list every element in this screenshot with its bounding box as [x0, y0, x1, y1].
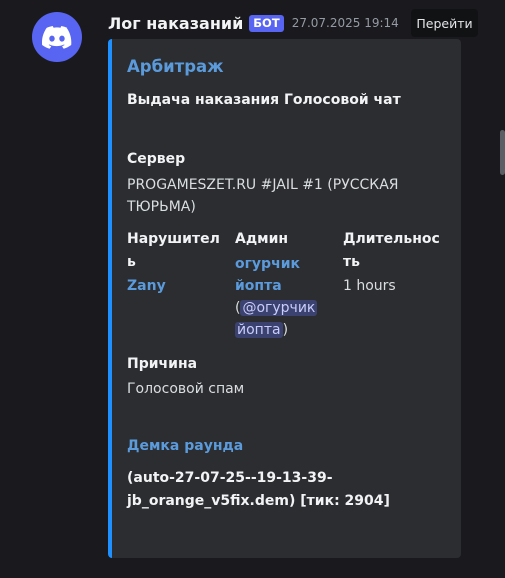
field-duration-value: 1 hours	[343, 278, 396, 294]
admin-mention[interactable]: @огурчик	[240, 300, 318, 316]
field-violator-name: Нарушител	[127, 231, 220, 247]
bot-badge: БОТ	[249, 14, 284, 32]
field-demo-value: (auto-27-07-25--19-13-39-	[127, 470, 333, 486]
field-demo-value-cont: jb_orange_v5fix.dem) [тик: 2904]	[127, 493, 390, 509]
field-duration-name-cont: ть	[343, 254, 360, 270]
field-admin-link-cont[interactable]: йопта	[235, 276, 282, 296]
field-violator-value[interactable]: Zany	[127, 276, 166, 296]
field-server-value-cont: ТЮРЬМА)	[127, 199, 196, 215]
field-admin-name: Админ	[235, 231, 289, 247]
embed-description: Выдача наказания Голосовой чат	[127, 92, 401, 108]
scrollbar-thumb[interactable]	[500, 130, 505, 175]
jump-button[interactable]: Перейти	[411, 9, 478, 37]
admin-mention-cont[interactable]: йопта	[235, 322, 283, 338]
embed-title: Арбитраж	[127, 57, 224, 76]
message-header: Лог наказаний БОТ 27.07.2025 19:14	[108, 11, 399, 35]
bot-avatar[interactable]	[32, 12, 82, 62]
field-server-value: PROGAMESZET.RU #JAIL #1 (РУССКАЯ	[127, 177, 399, 193]
field-violator-name-cont: ь	[127, 254, 136, 270]
field-server-name: Сервер	[127, 151, 186, 167]
field-demo-name[interactable]: Демка раунда	[127, 436, 243, 456]
field-duration-name: Длительнос	[343, 231, 440, 247]
paren-close: )	[282, 322, 289, 338]
field-reason-value: Голосовой спам	[127, 381, 245, 397]
author-name[interactable]: Лог наказаний	[108, 14, 243, 33]
discord-logo-icon	[42, 25, 72, 49]
embed-card: Арбитраж Выдача наказания Голосовой чат …	[108, 39, 461, 558]
message-timestamp[interactable]: 27.07.2025 19:14	[292, 16, 399, 30]
field-admin-link[interactable]: огурчик	[235, 254, 300, 274]
field-admin-mention: (@огурчик	[235, 298, 318, 318]
field-admin-mention-cont: йопта)	[235, 320, 288, 340]
field-reason-name: Причина	[127, 356, 198, 372]
